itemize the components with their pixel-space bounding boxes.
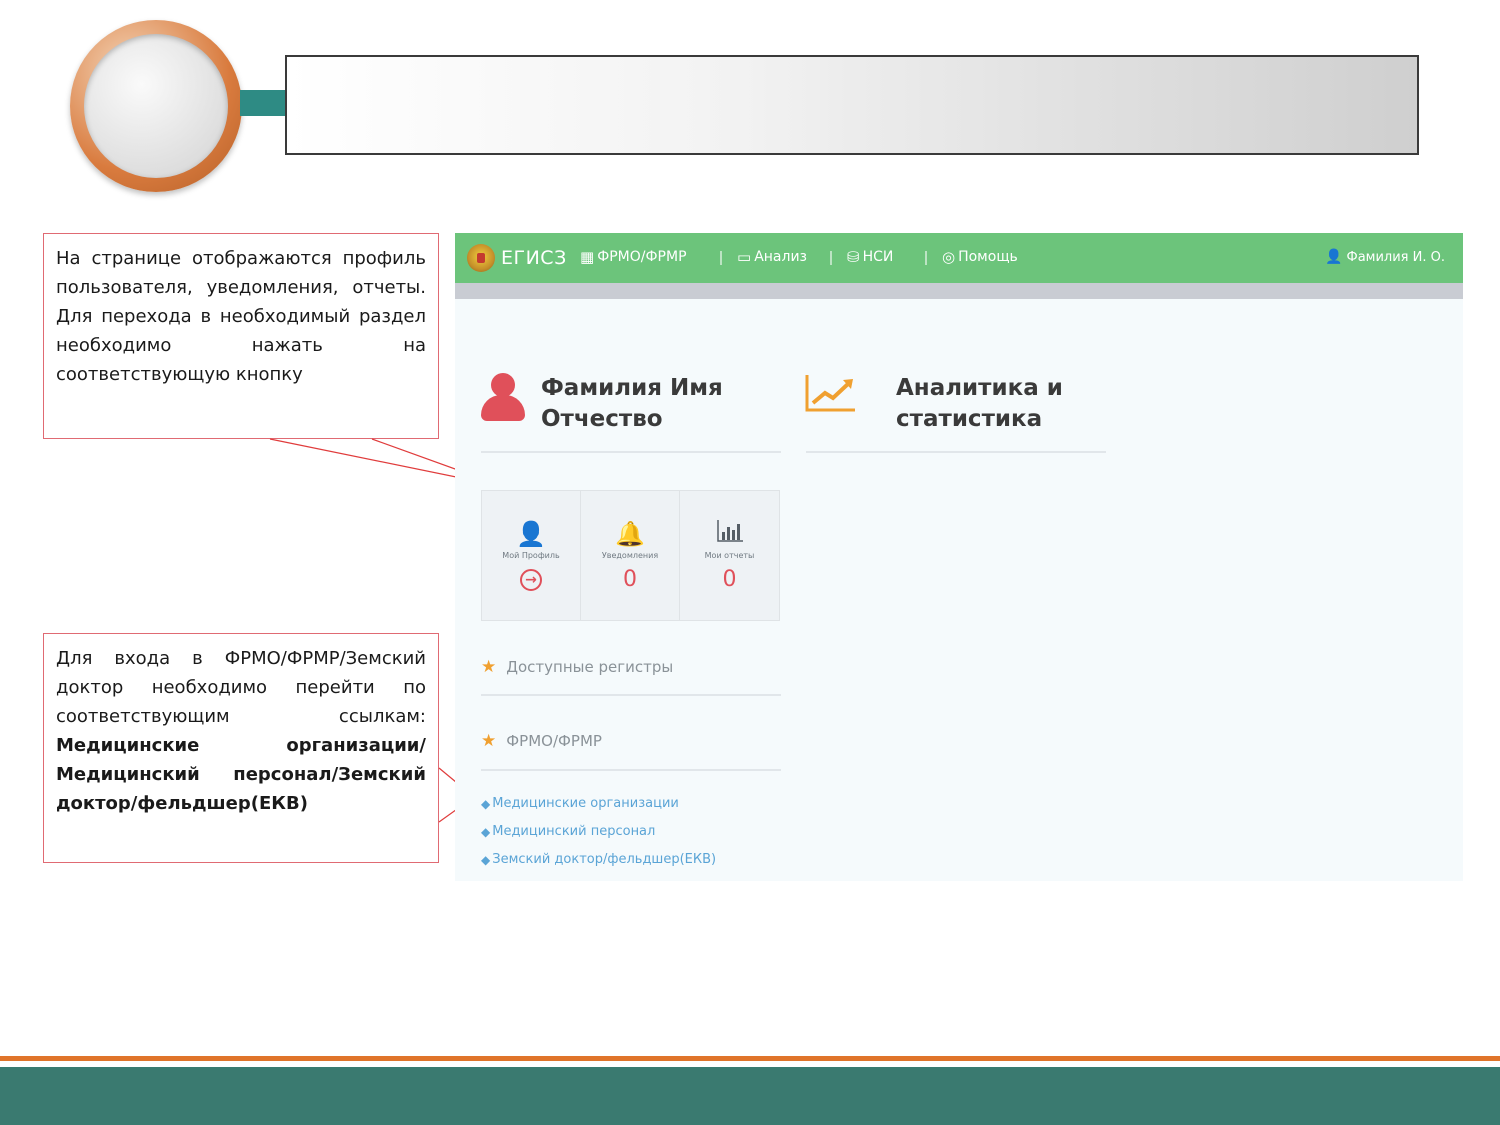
- tile-notifications[interactable]: 🔔 Уведомления 0: [581, 491, 680, 620]
- footer-orange-line: [0, 1056, 1500, 1061]
- user-icon-head: [491, 373, 515, 397]
- grid-icon: ▦: [580, 248, 595, 266]
- tile-label: Уведомления: [601, 551, 659, 560]
- section-frmo: ★ ФРМО/ФРМР: [481, 731, 602, 751]
- analytics-title: Аналитика и статистика: [896, 375, 1063, 432]
- profile-user-icon: [481, 373, 525, 423]
- bell-icon: 🔔: [615, 520, 645, 548]
- link-label: Медицинские организации: [492, 796, 679, 811]
- link-label: Земский доктор/фельдшер(ЕКВ): [492, 852, 717, 867]
- user-name: Фамилия И. О.: [1346, 249, 1445, 265]
- nav-nsi[interactable]: ⛁ НСИ: [847, 248, 893, 266]
- brand-title: ЕГИСЗ: [501, 247, 567, 269]
- app-navbar: ЕГИСЗ ▦ ФРМО/ФРМР ▭ Анализ ⛁ НСИ ◎ Помощ…: [455, 233, 1463, 283]
- tile-label: Мой Профиль: [502, 551, 560, 560]
- nav-separator: [925, 251, 927, 265]
- nav-frmo-label: ФРМО/ФРМР: [597, 249, 687, 265]
- link-medical-organizations[interactable]: ◆ Медицинские организации: [481, 796, 679, 811]
- callout-registry-info: Для входа в ФРМО/ФРМР/Земский доктор нео…: [43, 633, 439, 863]
- user-menu[interactable]: 👤 Фамилия И. О.: [1325, 249, 1445, 265]
- tag-icon: ◆: [481, 852, 491, 867]
- profile-divider: [481, 451, 781, 453]
- nav-frmo[interactable]: ▦ ФРМО/ФРМР: [580, 248, 687, 266]
- nav-nsi-label: НСИ: [862, 249, 894, 265]
- nav-separator: [720, 251, 722, 265]
- nav-separator: [830, 251, 832, 265]
- tile-my-profile[interactable]: 👤 Мой Профиль →: [482, 491, 581, 620]
- profile-title: Фамилия Имя Отчество: [541, 375, 723, 432]
- registers-divider: [481, 694, 781, 696]
- calendar-icon: ▭: [737, 248, 752, 266]
- user-icon: 👤: [1325, 249, 1343, 265]
- link-medical-personnel[interactable]: ◆ Медицинский персонал: [481, 824, 655, 839]
- callout-profile-text: На странице отображаются профиль пользов…: [56, 248, 426, 385]
- footer-teal-band: [0, 1067, 1500, 1125]
- reports-count: 0: [722, 567, 737, 592]
- star-icon: ★: [481, 657, 497, 677]
- tile-label: Мои отчеты: [704, 551, 755, 560]
- user-icon: 👤: [516, 520, 546, 548]
- notifications-count: 0: [623, 567, 637, 592]
- egisz-app-screenshot: ЕГИСЗ ▦ ФРМО/ФРМР ▭ Анализ ⛁ НСИ ◎ Помощ…: [455, 233, 1463, 881]
- database-icon: ⛁: [847, 248, 860, 266]
- section-frmo-label: ФРМО/ФРМР: [506, 732, 602, 750]
- tag-icon: ◆: [481, 824, 491, 839]
- lifebuoy-icon: ◎: [942, 248, 956, 266]
- callout-profile-info: На странице отображаются профиль пользов…: [43, 233, 439, 439]
- section-available-registers: ★ Доступные регистры: [481, 657, 673, 677]
- arrow-circle-right-icon[interactable]: →: [520, 569, 542, 591]
- callout-registry-bold: Медицинские организации/Медицинский перс…: [56, 735, 426, 814]
- slide-title-bar: [285, 55, 1419, 155]
- analytics-divider: [806, 451, 1106, 453]
- section-registers-label: Доступные регистры: [506, 658, 674, 676]
- analytics-chart-icon: [805, 375, 855, 412]
- bar-chart-glyph: [716, 520, 743, 542]
- emblem-icon: [467, 244, 495, 272]
- dashboard-tiles: 👤 Мой Профиль → 🔔 Уведомления 0 Мои отче…: [481, 490, 780, 621]
- callout-registry-text: Для входа в ФРМО/ФРМР/Земский доктор нео…: [56, 644, 426, 818]
- navbar-shadow-strip: [455, 283, 1463, 299]
- tile-my-reports[interactable]: Мои отчеты 0: [680, 491, 779, 620]
- header-circle-inner: [84, 34, 228, 178]
- bar-chart-icon: [716, 519, 744, 549]
- link-label: Медицинский персонал: [492, 824, 656, 839]
- callout-registry-plain: Для входа в ФРМО/ФРМР/Земский доктор нео…: [56, 648, 426, 727]
- nav-help-label: Помощь: [958, 249, 1018, 265]
- nav-analysis[interactable]: ▭ Анализ: [737, 248, 807, 266]
- header-circle-ornament: [70, 20, 242, 192]
- tag-icon: ◆: [481, 796, 491, 811]
- star-icon: ★: [481, 731, 497, 751]
- nav-analysis-label: Анализ: [754, 249, 807, 265]
- user-icon-body: [481, 395, 525, 421]
- frmo-divider: [481, 769, 781, 771]
- nav-help[interactable]: ◎ Помощь: [942, 248, 1018, 266]
- header-connector: [240, 90, 288, 116]
- brand-logo[interactable]: ЕГИСЗ: [467, 243, 567, 273]
- link-zemsky-doctor[interactable]: ◆ Земский доктор/фельдшер(ЕКВ): [481, 852, 716, 867]
